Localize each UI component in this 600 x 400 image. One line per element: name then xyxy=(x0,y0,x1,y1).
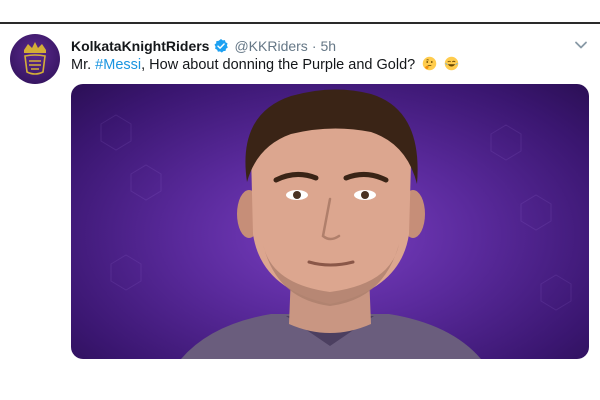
chevron-down-icon[interactable] xyxy=(574,38,588,52)
top-divider xyxy=(0,22,600,24)
verified-badge-icon xyxy=(214,39,229,53)
tweet-media-photo[interactable] xyxy=(71,84,589,359)
avatar[interactable] xyxy=(10,34,60,84)
user-handle[interactable]: @KKRiders xyxy=(234,38,307,54)
kkr-logo-icon xyxy=(24,42,46,75)
portrait-photo xyxy=(100,89,572,359)
tweet-timestamp[interactable]: 5h xyxy=(320,38,336,54)
display-name[interactable]: KolkataKnightRiders xyxy=(71,38,209,54)
face-with-tears-of-joy-icon xyxy=(445,56,459,71)
tweet-text-prefix: Mr. xyxy=(71,57,96,73)
hashtag-link[interactable]: #Messi xyxy=(95,57,141,73)
separator-dot: · xyxy=(311,38,317,54)
tweet-header: KolkataKnightRiders @KKRiders · 5h xyxy=(71,36,336,56)
tweet-text: Mr. #Messi, How about donning the Purple… xyxy=(71,56,459,73)
thinking-face-icon xyxy=(422,56,437,71)
tweet-text-suffix: , How about donning the Purple and Gold? xyxy=(141,57,416,73)
